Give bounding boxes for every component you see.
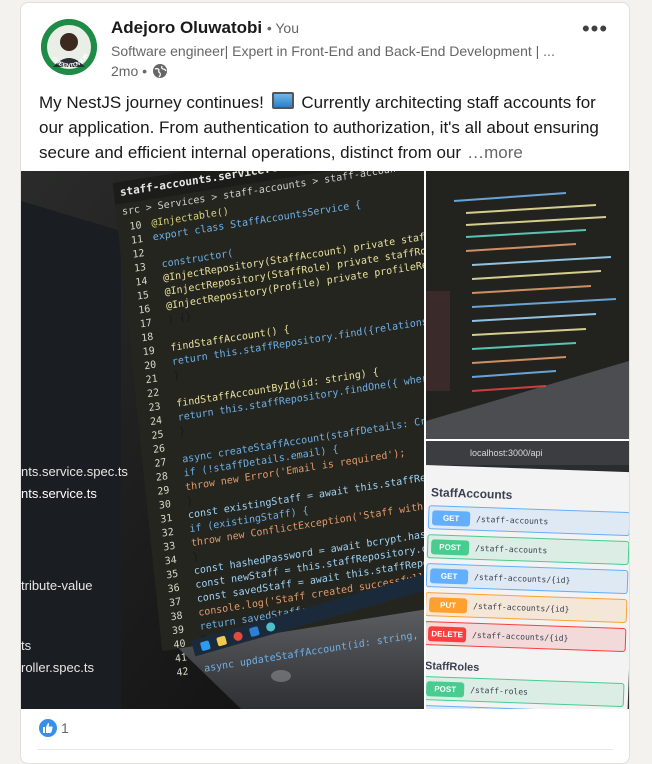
endpoint-path: /staff-accounts <box>475 514 549 526</box>
vscode-icon[interactable] <box>248 625 260 637</box>
reaction-count: 1 <box>61 720 69 736</box>
more-options-icon: ••• <box>581 16 609 41</box>
endpoint-path: /staff-accounts/{id} <box>472 601 570 614</box>
explorer-file[interactable]: tribute-value <box>21 575 121 597</box>
endpoint-row[interactable]: POST/staff-accounts <box>426 534 629 566</box>
endpoint-row[interactable]: PUT/staff-accounts/{id} <box>426 592 628 624</box>
post-time: 2mo • <box>111 63 148 79</box>
http-method-badge: POST <box>426 680 465 697</box>
footer-divider <box>37 749 613 750</box>
http-method-badge: POST <box>430 538 470 556</box>
windows-icon[interactable] <box>199 639 211 651</box>
like-reaction-icon <box>39 719 57 737</box>
post-text-intro: My NestJS journey continues! <box>39 93 264 112</box>
photo-code-angle[interactable] <box>426 171 629 439</box>
see-more-link[interactable]: …more <box>467 143 523 162</box>
edge-icon[interactable] <box>265 620 277 633</box>
folder-icon[interactable] <box>215 634 228 647</box>
http-method-badge: DELETE <box>427 625 467 642</box>
swagger-page: StaffAccounts GET/staff-accounts POST/sta… <box>426 465 629 709</box>
endpoint-row[interactable]: DELETE/staff-accounts/{id} <box>426 621 627 653</box>
code-text: ) {} <box>161 311 193 328</box>
explorer-file[interactable]: roller.spec.ts <box>21 657 121 679</box>
more-options-button[interactable]: ••• <box>579 16 611 41</box>
chrome-icon[interactable] <box>232 630 244 642</box>
feed-post-card: GREENTOWORK Adejoro Oluwatobi • You Soft… <box>20 2 630 764</box>
author-avatar[interactable]: GREENTOWORK <box>41 19 97 75</box>
http-method-badge: PUT <box>428 596 468 614</box>
browser-address-bar[interactable]: localhost:3000/api <box>426 441 629 465</box>
globe-icon <box>152 63 168 79</box>
code-text: } <box>166 369 181 383</box>
photo-code-editor[interactable]: nts.service.spec.ts nts.service.ts tribu… <box>21 171 424 709</box>
explorer-file[interactable]: ts <box>21 635 121 657</box>
photo-swagger-docs[interactable]: localhost:3000/api StaffAccounts GET/sta… <box>426 441 629 709</box>
code-area[interactable]: 10 @Injectable() 11 export class StaffAccou… <box>117 171 424 683</box>
post-text: My NestJS journey continues! Currently a… <box>39 90 611 165</box>
photo-grid: nts.service.spec.ts nts.service.ts tribu… <box>21 171 629 709</box>
editor-screen: staff-accounts.service.ts ecommerce-endp… <box>113 171 424 679</box>
code-text: } <box>172 425 186 439</box>
http-method-badge: GET <box>429 567 469 585</box>
laptop-icon <box>271 92 294 109</box>
author-name[interactable]: Adejoro Oluwatobi <box>111 18 262 37</box>
author-connection-badge: • You <box>266 20 300 36</box>
explorer-file[interactable]: nts.service.spec.ts <box>21 461 128 483</box>
endpoint-path: /staff-accounts/{id} <box>473 572 571 585</box>
explorer-sidebar: nts.service.spec.ts nts.service.ts tribu… <box>21 441 128 679</box>
endpoint-path: /staff-accounts/{id} <box>471 630 569 643</box>
author-line: Adejoro Oluwatobi • You <box>111 18 299 38</box>
code-text: } <box>186 551 200 565</box>
http-method-badge: GET <box>431 509 471 527</box>
reactions-summary[interactable]: 1 <box>39 719 69 737</box>
endpoint-path: /staff-accounts <box>474 543 548 555</box>
post-meta: 2mo • <box>111 63 168 79</box>
author-headline: Software engineer| Expert in Front-End a… <box>111 43 555 59</box>
endpoint-row[interactable]: GET/staff-accounts/{id} <box>426 563 629 595</box>
explorer-file[interactable]: nts.service.ts <box>21 483 121 505</box>
endpoint-path: /staff-roles <box>470 685 529 697</box>
endpoint-list: GET/staff-accounts POST/staff-accounts GET… <box>426 505 629 653</box>
code-text: } <box>180 495 194 509</box>
